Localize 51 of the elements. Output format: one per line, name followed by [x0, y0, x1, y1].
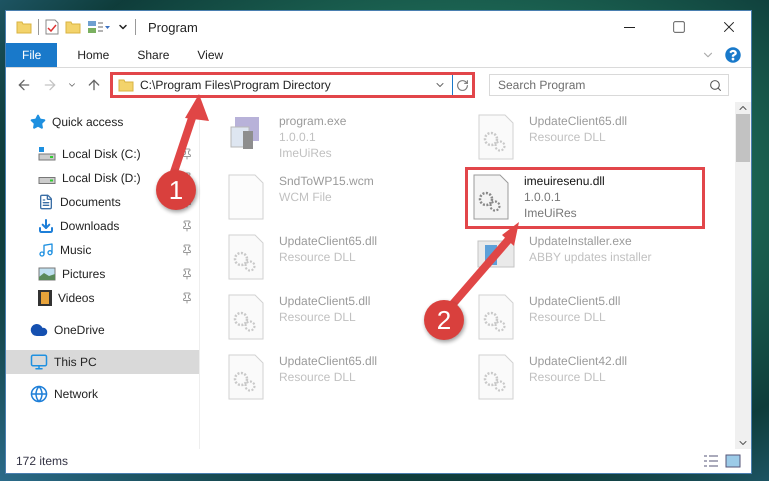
- gear-document-icon: [227, 293, 265, 341]
- blank-document-icon: [227, 173, 265, 221]
- gear-document-icon: [477, 353, 515, 401]
- window-title: Program: [148, 20, 199, 34]
- file-item[interactable]: imeuiresenu.dll 1.0.0.1 ImeUiRes: [465, 167, 705, 229]
- sidebar-item[interactable]: Quick access: [6, 110, 199, 134]
- sidebar-item[interactable]: Pictures: [6, 262, 199, 286]
- ribbon-tab[interactable]: File: [6, 43, 58, 67]
- search-icon: [709, 78, 722, 92]
- large-icons-view-icon[interactable]: [725, 454, 741, 468]
- sidebar-item[interactable]: Local Disk (C:): [6, 142, 199, 166]
- scroll-thumb[interactable]: [736, 114, 750, 162]
- download-icon: [38, 218, 54, 234]
- refresh-icon: [456, 78, 469, 92]
- minimize-icon: [624, 26, 634, 28]
- address-field[interactable]: C:\Program Files\Program Directory: [110, 72, 475, 98]
- drive-icon: [38, 147, 56, 161]
- music-note-icon: [38, 242, 54, 258]
- sidebar-item[interactable]: OneDrive: [6, 318, 199, 342]
- sidebar-item[interactable]: Videos: [6, 286, 199, 310]
- search-box[interactable]: Search Program: [489, 74, 729, 96]
- item-count: 172 items: [16, 454, 70, 468]
- view-options-icon[interactable]: [87, 19, 111, 35]
- details-view-icon[interactable]: [703, 454, 719, 468]
- gear-document-icon: [227, 353, 265, 401]
- sidebar-item[interactable]: Music: [6, 238, 199, 262]
- document-icon: [38, 194, 54, 210]
- folder-icon: [16, 19, 32, 35]
- folder-icon: [118, 77, 134, 93]
- gear-document-icon: [477, 113, 515, 161]
- help-icon[interactable]: [725, 47, 741, 63]
- ribbon-tab[interactable]: Share: [123, 43, 184, 67]
- cloud-icon: [30, 321, 48, 339]
- computer-icon: [30, 353, 48, 371]
- gear-document-icon: [472, 173, 510, 221]
- sidebar-item[interactable]: Downloads: [6, 214, 199, 238]
- ribbon-tab[interactable]: View: [183, 43, 238, 67]
- properties-icon[interactable]: [45, 19, 59, 35]
- star-icon: [30, 114, 46, 130]
- network-icon: [30, 385, 48, 403]
- maximize-icon: [672, 20, 686, 34]
- new-folder-icon: [65, 19, 81, 35]
- ribbon-tab[interactable]: Home: [63, 43, 124, 67]
- sidebar-item[interactable]: This PC: [6, 350, 199, 374]
- film-icon: [38, 290, 52, 306]
- gear-document-icon: [477, 293, 515, 341]
- gear-document-icon: [227, 233, 265, 281]
- sidebar-item[interactable]: Network: [6, 382, 199, 406]
- drive-icon: [38, 176, 56, 184]
- picture-icon: [38, 267, 56, 281]
- scrollbar[interactable]: [735, 102, 751, 449]
